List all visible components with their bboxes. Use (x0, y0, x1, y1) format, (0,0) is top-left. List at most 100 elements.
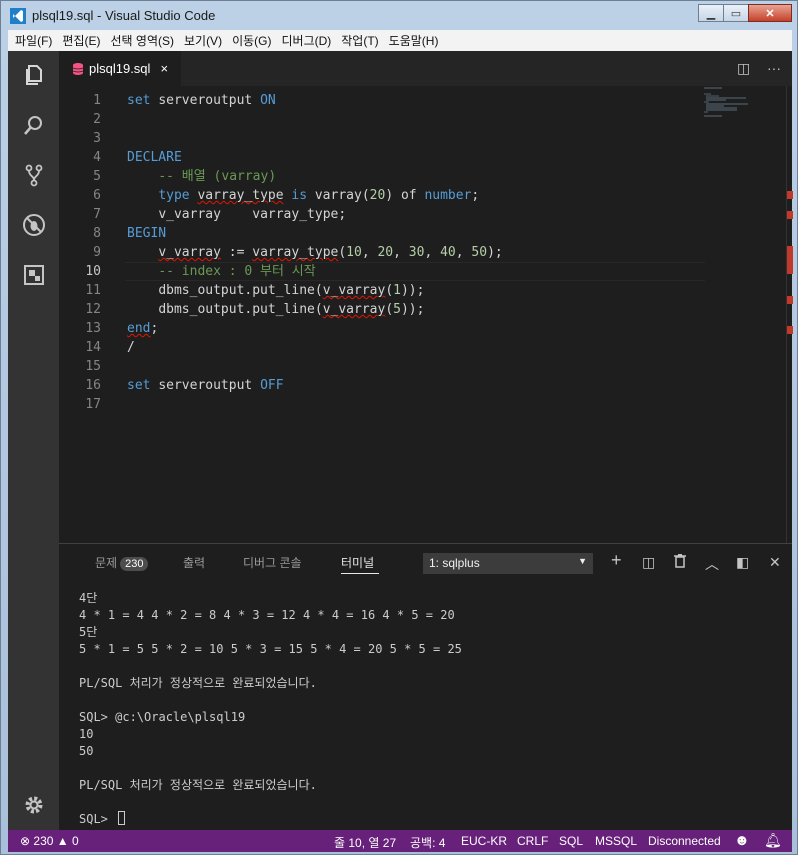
minimap[interactable] (704, 86, 786, 186)
encoding[interactable]: EUC-KR (461, 834, 507, 848)
more-actions-icon[interactable]: ··· (767, 60, 781, 76)
code-line[interactable]: 17 (59, 395, 709, 414)
menu-tasks[interactable]: 작업(T) (336, 32, 383, 49)
code-line[interactable]: 9 v_varray := varray_type(10, 20, 30, 40… (59, 243, 709, 262)
code-line[interactable]: 11 dbms_output.put_line(v_varray(1)); (59, 281, 709, 300)
chevron-up-icon[interactable]: ︿ (705, 554, 719, 574)
error-count: 230 (33, 834, 54, 848)
code-line[interactable]: 3 (59, 129, 709, 148)
database-file-icon (73, 62, 83, 75)
indentation[interactable]: 공백: 4 (410, 834, 445, 851)
line-number: 14 (85, 340, 101, 355)
menu-debug[interactable]: 디버그(D) (276, 32, 336, 49)
code-line[interactable]: 10 -- index : 0 부터 시작 (59, 262, 709, 281)
notifications-bell-icon[interactable]: 🔔︎ (764, 832, 782, 849)
trash-icon[interactable] (674, 554, 686, 571)
menu-view[interactable]: 보기(V) (179, 32, 227, 49)
add-terminal-icon[interactable]: + (611, 550, 622, 571)
code-text: dbms_output.put_line(v_varray(1)); (158, 283, 425, 298)
line-number: 11 (85, 283, 101, 298)
minimize-button[interactable]: ▁ (698, 4, 724, 22)
code-line[interactable]: 13 end; (59, 319, 709, 338)
code-line[interactable]: 2 (59, 110, 709, 129)
code-text: BEGIN (127, 226, 167, 241)
terminal-line: 5 * 1 = 5 5 * 2 = 10 5 * 3 = 15 5 * 4 = … (79, 641, 779, 658)
terminal-line: PL/SQL 처리가 정상적으로 완료되었습니다. (79, 675, 779, 692)
code-line[interactable]: 16 set serveroutput OFF (59, 376, 709, 395)
terminal-line: PL/SQL 처리가 정상적으로 완료되었습니다. (79, 777, 779, 794)
menu-edit[interactable]: 편집(E) (57, 32, 105, 49)
close-window-button[interactable]: ✕ (748, 4, 792, 22)
tab-terminal[interactable]: 터미널 (341, 554, 374, 571)
line-ending[interactable]: CRLF (517, 834, 548, 848)
connection-status[interactable]: Disconnected (648, 834, 721, 848)
tab-close-icon[interactable]: × (160, 61, 168, 76)
warning-icon: ▲ (56, 834, 69, 848)
problems-count-badge: 230 (120, 557, 149, 571)
close-panel-icon[interactable]: ✕ (769, 554, 781, 571)
tab-debug-console[interactable]: 디버그 콘솔 (243, 554, 302, 571)
connection-type[interactable]: MSSQL (595, 834, 637, 848)
maximize-icon: ▭ (730, 7, 742, 20)
menu-help[interactable]: 도움말(H) (384, 32, 444, 49)
terminal-line: 4단 (79, 590, 779, 607)
debug-icon[interactable] (20, 211, 48, 239)
code-line[interactable]: 5 -- 배열 (varray) (59, 167, 709, 186)
tab-label: plsql19.sql (89, 61, 151, 76)
code-line[interactable]: 8 BEGIN (59, 224, 709, 243)
terminal-line-text: PL/SQL 처리가 정상적으로 완료되었습니다. (79, 676, 317, 690)
search-icon[interactable] (20, 111, 48, 139)
toggle-panel-icon[interactable]: ◧ (736, 554, 749, 571)
activity-bar (8, 51, 59, 830)
extensions-icon[interactable] (20, 261, 48, 289)
source-control-icon[interactable] (20, 161, 48, 189)
maximize-button[interactable]: ▭ (723, 4, 749, 22)
feedback-smiley-icon[interactable]: ☻ (734, 832, 750, 849)
code-line[interactable]: 6 type varray_type is varray(20) of numb… (59, 186, 709, 205)
terminal-output[interactable]: 4단 4 * 1 = 4 4 * 2 = 8 4 * 3 = 12 4 * 4 =… (79, 590, 779, 828)
code-line[interactable]: 14 / (59, 338, 709, 357)
menu-bar: 파일(F) 편집(E) 선택 영역(S) 보기(V) 이동(G) 디버그(D) … (8, 30, 792, 51)
menu-file[interactable]: 파일(F) (10, 32, 57, 49)
tab-problems[interactable]: 문제 230 (95, 554, 149, 571)
tab-output[interactable]: 출력 (183, 554, 205, 571)
cursor-position[interactable]: 줄 10, 열 27 (334, 834, 396, 851)
split-editor-icon[interactable]: ◫ (737, 60, 750, 77)
tab-plsql19[interactable]: plsql19.sql × (59, 51, 181, 86)
window-title: plsql19.sql - Visual Studio Code (32, 8, 216, 23)
problems-status[interactable]: ⊗ 230 ▲ 0 (20, 834, 79, 848)
code-line[interactable]: 4 DECLARE (59, 148, 709, 167)
split-terminal-icon[interactable]: ◫ (642, 554, 655, 571)
line-number: 17 (85, 397, 101, 412)
line-number: 9 (93, 245, 101, 260)
language-mode[interactable]: SQL (559, 834, 583, 848)
code-text: / (127, 340, 135, 355)
code-line[interactable]: 1 set serveroutput ON (59, 91, 709, 110)
settings-gear-icon[interactable] (20, 791, 48, 819)
code-editor[interactable]: 1 set serveroutput ON 2 3 4 DECLARE 5 -- 배열 (v… (59, 86, 793, 543)
line-number: 5 (93, 169, 101, 184)
code-text: dbms_output.put_line(v_varray(5)); (158, 302, 425, 317)
terminal-line: 10 (79, 726, 779, 743)
menu-go[interactable]: 이동(G) (227, 32, 276, 49)
terminal-select[interactable]: 1: sqlplus ▼ (423, 553, 593, 574)
code-line[interactable]: 7 v_varray varray_type; (59, 205, 709, 224)
code-line[interactable]: 15 (59, 357, 709, 376)
warning-count: 0 (72, 834, 79, 848)
code-text: DECLARE (127, 150, 182, 165)
explorer-icon[interactable] (20, 61, 48, 89)
terminal-line: 4 * 1 = 4 4 * 2 = 8 4 * 3 = 12 4 * 4 = 1… (79, 607, 779, 624)
terminal-line-text: SQL> @c:\Oracle\plsql19 (79, 710, 246, 724)
terminal-line-text: SQL> (79, 812, 116, 826)
bottom-panel: 문제 230 출력 디버그 콘솔 터미널 1: sqlplus ▼ + ◫ ︿ ◧… (59, 543, 792, 830)
menu-selection[interactable]: 선택 영역(S) (105, 32, 179, 49)
overview-ruler[interactable] (786, 86, 793, 543)
code-text: -- index : 0 부터 시작 (158, 264, 316, 279)
code-text: type varray_type is varray(20) of number… (158, 188, 480, 203)
code-line[interactable]: 12 dbms_output.put_line(v_varray(5)); (59, 300, 709, 319)
code-text: set serveroutput OFF (127, 378, 284, 393)
window-frame: plsql19.sql - Visual Studio Code ▁ ▭ ✕ 파… (0, 0, 798, 855)
line-number: 3 (93, 131, 101, 146)
